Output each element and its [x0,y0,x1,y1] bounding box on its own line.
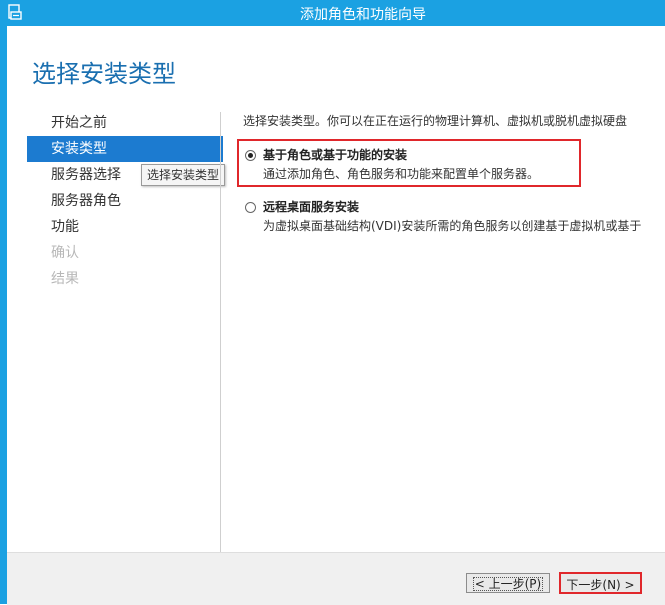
nav-item-confirmation: 确认 [51,245,79,261]
title-bar: 添加角色和功能向导 [0,0,665,26]
nav-item-before-you-begin[interactable]: 开始之前 [27,110,223,136]
wizard-nav: 开始之前 安装类型 服务器选择 服务器角色 功能 确认 结果 [27,110,223,292]
intro-text: 选择安装类型。你可以在正在运行的物理计算机、虚拟机或脱机虚拟硬盘 [243,114,628,128]
page-title: 选择安装类型 [32,60,176,88]
nav-item-server-roles[interactable]: 服务器角色 [27,188,223,214]
wizard-body: 选择安装类型 开始之前 安装类型 服务器选择 服务器角色 功能 确认 结果 选择… [7,26,665,605]
option-title: 远程桌面服务安装 [263,200,360,214]
back-button-label: < 上一步(P) [472,577,544,591]
role-based-radio[interactable] [245,150,256,161]
nav-item-features[interactable]: 功能 [27,214,223,240]
window-title: 添加角色和功能向导 [300,7,426,23]
wizard-footer: < 上一步(P) 下一步(N) > [7,552,665,605]
option-title: 基于角色或基于功能的安装 [263,148,408,162]
nav-tooltip: 选择安装类型 [141,164,226,186]
next-button[interactable]: 下一步(N) > [559,572,642,594]
server-manager-icon[interactable] [8,4,22,20]
next-button-label: 下一步(N) > [566,578,635,592]
option-description: 为虚拟桌面基础结构(VDI)安装所需的角色服务以创建基于虚拟机或基于 [263,219,642,233]
nav-item-installation-type[interactable]: 安装类型 [27,136,223,162]
divider [220,112,221,562]
option-description: 通过添加角色、角色服务和功能来配置单个服务器。 [263,167,540,181]
remote-desktop-radio[interactable] [245,202,256,213]
nav-item-results: 结果 [51,271,79,287]
window-frame [0,26,7,604]
back-button[interactable]: < 上一步(P) [466,573,550,593]
